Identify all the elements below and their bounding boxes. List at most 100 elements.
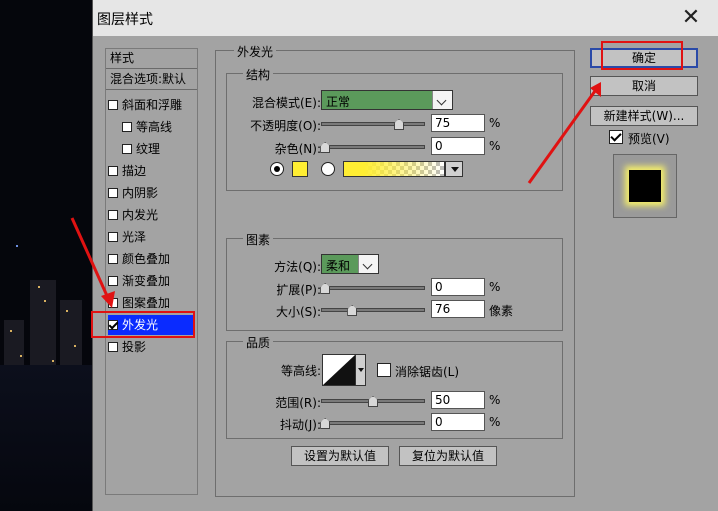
slider-track	[321, 145, 425, 149]
set-default-button[interactable]: 设置为默认值	[291, 446, 389, 466]
pixel-unit: 像素	[489, 304, 514, 318]
checkbox-icon[interactable]	[108, 342, 118, 352]
noise-input[interactable]: 0	[431, 137, 485, 155]
slider-track	[321, 286, 425, 290]
contour-preview[interactable]	[322, 354, 356, 386]
city-light	[74, 345, 76, 347]
style-item-label: 等高线	[136, 120, 173, 134]
style-item-label: 颜色叠加	[122, 252, 171, 266]
checkbox-icon[interactable]	[108, 166, 118, 176]
checkbox-icon[interactable]	[108, 276, 118, 286]
slider-thumb[interactable]	[368, 396, 378, 407]
building	[60, 300, 82, 370]
chevron-down-icon[interactable]	[432, 91, 452, 109]
reset-default-button[interactable]: 复位为默认值	[399, 446, 497, 466]
style-item-stroke[interactable]: 描边	[108, 161, 197, 181]
blend-mode-select[interactable]: 正常	[321, 90, 453, 110]
water-reflection	[0, 365, 92, 511]
checkbox-icon[interactable]	[108, 100, 118, 110]
range-input[interactable]: 50	[431, 391, 485, 409]
preview-checkbox[interactable]	[609, 130, 623, 144]
checkbox-icon[interactable]	[122, 144, 132, 154]
checkbox-icon[interactable]	[122, 122, 132, 132]
city-light	[52, 360, 54, 362]
style-item-pattern-overlay[interactable]: 图案叠加	[108, 293, 197, 313]
blend-options-item[interactable]: 混合选项:默认	[106, 70, 197, 90]
checkbox-checked-icon[interactable]	[108, 320, 118, 330]
city-light	[10, 330, 12, 332]
checkbox-icon[interactable]	[108, 210, 118, 220]
slider-track	[321, 421, 425, 425]
slider-thumb[interactable]	[320, 283, 331, 294]
spread-input[interactable]: 0	[431, 278, 485, 296]
ok-button[interactable]: 确定	[590, 48, 698, 68]
checkbox-icon[interactable]	[108, 298, 118, 308]
slider-thumb[interactable]	[320, 142, 331, 153]
checkbox-icon[interactable]	[108, 254, 118, 264]
jitter-slider[interactable]	[320, 418, 425, 430]
opacity-label: 不透明度(O):	[250, 119, 321, 133]
group-title: 品质	[243, 334, 274, 351]
glow-color-swatch[interactable]	[292, 161, 308, 177]
style-item-inner-glow[interactable]: 内发光	[108, 205, 197, 225]
style-item-color-overlay[interactable]: 颜色叠加	[108, 249, 197, 269]
new-style-button[interactable]: 新建样式(W)...	[590, 106, 698, 126]
opacity-input[interactable]: 75	[431, 114, 485, 132]
solid-color-radio[interactable]	[270, 162, 284, 176]
style-item-label: 外发光	[122, 318, 159, 332]
cancel-button[interactable]: 取消	[590, 76, 698, 96]
opacity-slider[interactable]	[321, 119, 425, 131]
technique-select[interactable]: 柔和	[321, 254, 379, 274]
city-light	[66, 310, 68, 312]
slider-track	[321, 308, 425, 312]
antialias-checkbox[interactable]	[377, 363, 391, 377]
slider-thumb[interactable]	[320, 418, 331, 429]
range-label: 范围(R):	[275, 396, 321, 410]
gradient-radio[interactable]	[321, 162, 335, 176]
style-list-header[interactable]: 样式	[106, 49, 197, 69]
contour-dropdown-icon[interactable]	[356, 354, 366, 386]
style-item-gradient-overlay[interactable]: 渐变叠加	[108, 271, 197, 291]
slider-thumb[interactable]	[347, 305, 358, 316]
group-title: 结构	[243, 66, 274, 83]
spread-slider[interactable]	[320, 283, 425, 295]
range-slider[interactable]	[321, 396, 425, 408]
contour-label: 等高线:	[280, 364, 321, 378]
slider-thumb[interactable]	[394, 119, 404, 130]
panel-title: 外发光	[234, 43, 277, 60]
city-light	[20, 355, 22, 357]
checkbox-icon[interactable]	[108, 232, 118, 242]
title-bar: 图层样式 ✕	[93, 0, 718, 36]
style-item-label: 纹理	[136, 142, 161, 156]
style-item-drop-shadow[interactable]: 投影	[108, 337, 197, 357]
jitter-input[interactable]: 0	[431, 413, 485, 431]
style-list: 样式 混合选项:默认 斜面和浮雕 等高线 纹理 描边 内阴影 内发光 光泽 颜色…	[105, 48, 198, 495]
percent-unit: %	[489, 415, 501, 429]
style-item-texture[interactable]: 纹理	[108, 139, 197, 159]
technique-label: 方法(Q):	[274, 260, 321, 274]
noise-slider[interactable]	[320, 142, 425, 154]
close-icon[interactable]: ✕	[677, 4, 705, 32]
slider-track	[321, 122, 425, 126]
building	[4, 320, 24, 370]
preview-label: 预览(V)	[628, 132, 670, 146]
jitter-label: 抖动(J):	[280, 418, 321, 432]
gradient-preview[interactable]	[343, 161, 445, 177]
style-item-outer-glow[interactable]: 外发光	[108, 315, 195, 335]
city-light	[38, 286, 40, 288]
size-slider[interactable]	[321, 305, 425, 317]
spread-label: 扩展(P):	[276, 283, 321, 297]
style-item-satin[interactable]: 光泽	[108, 227, 197, 247]
checkbox-icon[interactable]	[108, 188, 118, 198]
size-input[interactable]: 76	[431, 300, 485, 318]
size-label: 大小(S):	[275, 305, 321, 319]
style-item-contour[interactable]: 等高线	[108, 117, 197, 137]
gradient-dropdown-icon[interactable]	[445, 161, 463, 177]
style-item-label: 渐变叠加	[122, 274, 171, 288]
percent-unit: %	[489, 393, 501, 407]
style-item-inner-shadow[interactable]: 内阴影	[108, 183, 197, 203]
chevron-down-icon[interactable]	[358, 255, 378, 273]
linear-contour-icon	[323, 355, 355, 385]
style-item-bevel-emboss[interactable]: 斜面和浮雕	[108, 95, 197, 115]
blend-mode-label: 混合模式(E):	[252, 96, 321, 110]
